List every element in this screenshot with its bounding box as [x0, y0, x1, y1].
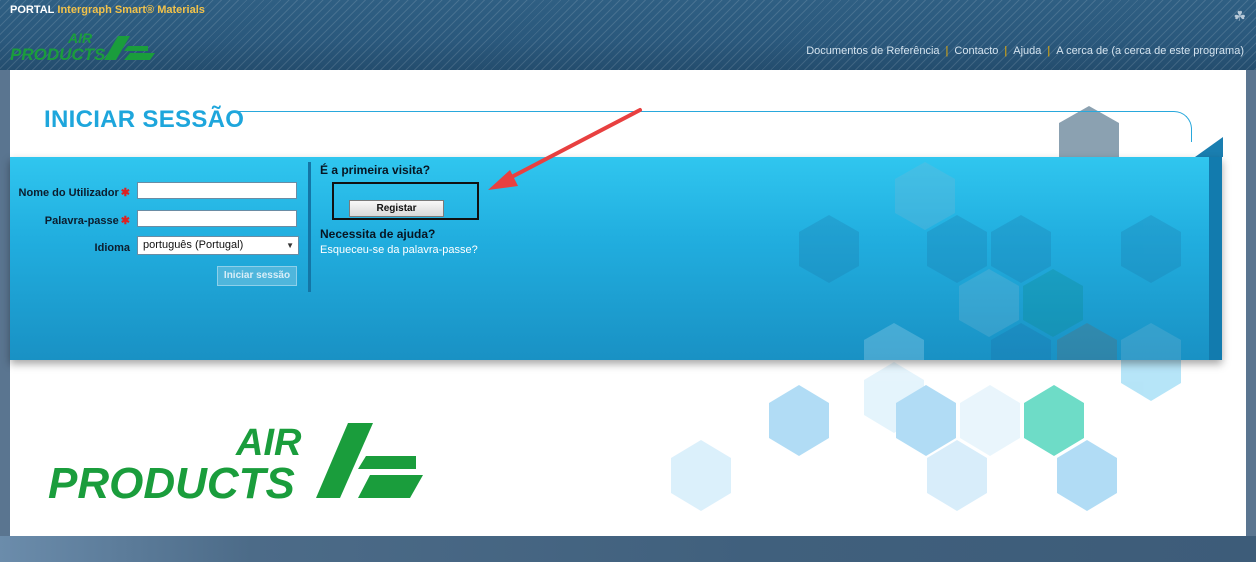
app-header: PORTAL Intergraph Smart® Materials AIR PR… — [0, 0, 1256, 70]
logo-small-products: PRODUCTS — [10, 45, 106, 64]
logo-small-air: AIR — [67, 30, 93, 46]
logo-big-air: AIR — [235, 423, 302, 464]
annotation-highlight-box — [332, 182, 479, 220]
app-footer — [0, 536, 1256, 562]
settings-icon[interactable]: ☘ — [1233, 8, 1246, 25]
nav-help[interactable]: Ajuda — [1013, 45, 1041, 57]
password-label: Palavra-passe ✱ — [44, 215, 130, 227]
username-input[interactable] — [137, 182, 297, 199]
main-content: INICIAR SESSÃO Nome do Utilizador ✱ Palav… — [10, 70, 1246, 536]
product-name: Intergraph Smart® Materials — [57, 4, 205, 16]
title-underline — [236, 111, 1192, 142]
language-select[interactable]: português (Portugal) ▼ — [137, 236, 299, 255]
nav-about[interactable]: A cerca de (a cerca de este programa) — [1056, 45, 1244, 57]
annotation-arrow-icon — [488, 108, 642, 190]
portal-title: PORTAL Intergraph Smart® Materials — [10, 4, 205, 16]
air-products-logo: AIR PRODUCTS — [48, 422, 428, 513]
logo-big-products: PRODUCTS — [48, 459, 295, 508]
forgot-password-link[interactable]: Esqueceu-se da palavra-passe? — [320, 244, 478, 256]
portal-label: PORTAL — [10, 4, 55, 16]
page-title: INICIAR SESSÃO — [44, 106, 245, 133]
first-visit-heading: É a primeira visita? — [320, 163, 431, 177]
chevron-down-icon: ▼ — [286, 241, 294, 250]
nav-contact[interactable]: Contacto — [954, 45, 998, 57]
panel-divider — [308, 162, 311, 292]
need-help-heading: Necessita de ajuda? — [320, 227, 436, 241]
language-label: Idioma — [94, 242, 130, 254]
username-label: Nome do Utilizador ✱ — [18, 187, 130, 199]
password-input[interactable] — [137, 210, 297, 227]
header-nav: Documentos de Referência | Contacto | Ajuda |… — [806, 45, 1244, 57]
login-button[interactable]: Iniciar sessão — [217, 266, 297, 286]
language-value: português (Portugal) — [143, 239, 244, 251]
air-products-logo-small: AIR PRODUCTS — [10, 30, 160, 69]
nav-reference-docs[interactable]: Documentos de Referência — [806, 45, 939, 57]
